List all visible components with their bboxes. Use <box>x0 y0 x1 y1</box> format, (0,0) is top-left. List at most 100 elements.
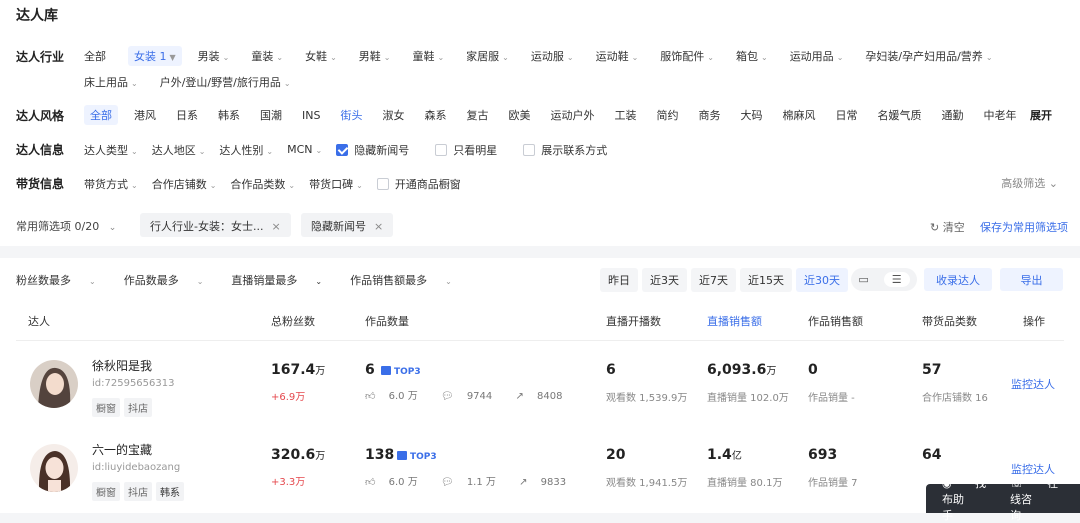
find-helper-button[interactable]: ◉ 找布助手 <box>942 475 990 523</box>
info-dropdown[interactable]: 达人性别 ⌄ <box>219 142 273 158</box>
export-button[interactable]: 导出 <box>1000 268 1063 291</box>
consult-button[interactable]: ☏ 在线咨询 <box>1010 475 1060 523</box>
date-tab[interactable]: 近15天 <box>740 268 792 292</box>
top3-badge[interactable]: TOP3 <box>381 366 421 377</box>
top3-badge[interactable]: TOP3 <box>397 451 437 462</box>
style-option[interactable]: 国潮 <box>260 107 282 123</box>
creator-name[interactable]: 六一的宝藏 <box>92 441 152 458</box>
industry-option[interactable]: 家居服 ⌄ <box>466 48 509 64</box>
chevron-down-icon: ⌄ <box>383 53 391 62</box>
style-option[interactable]: 棉麻风 <box>782 107 815 123</box>
style-option[interactable]: INS <box>302 109 320 122</box>
clear-button[interactable]: ↻ 清空 <box>930 219 965 235</box>
save-filters-button[interactable]: 保存为常用筛选项 <box>980 219 1068 235</box>
collect-button[interactable]: 收录达人 <box>924 268 992 291</box>
industry-option[interactable]: 全部 <box>84 48 106 64</box>
info-dropdown[interactable]: MCN ⌄ <box>287 143 322 156</box>
goods-dropdown[interactable]: 合作店铺数 ⌄ <box>152 176 217 192</box>
column-header[interactable]: 总粉丝数 <box>271 313 315 329</box>
table-row[interactable]: 徐秋阳是我 id:72595656313 橱窗 抖店 167.4万 +6.9万 … <box>0 342 1080 426</box>
style-option-selected[interactable]: 全部 <box>84 105 118 125</box>
info-dropdown[interactable]: 达人类型 ⌄ <box>84 142 138 158</box>
sort-option[interactable]: 作品数最多 ⌄ <box>124 272 218 288</box>
date-range-tabs: 昨日 近3天 近7天 近15天 近30天 <box>600 268 852 292</box>
sort-option-active[interactable]: 直播销量最多 ⌄ <box>231 272 336 288</box>
goods-options: 带货方式 ⌄ 合作店铺数 ⌄ 合作品类数 ⌄ 带货口碑 ⌄ 开通商品橱窗 <box>84 176 483 192</box>
avatar[interactable] <box>30 360 78 408</box>
style-option[interactable]: 通勤 <box>941 107 963 123</box>
comment-icon: 💬︎ <box>440 391 454 402</box>
style-option[interactable]: 韩系 <box>218 107 240 123</box>
industry-option-label: 运动用品 <box>789 50 834 63</box>
date-tab[interactable]: 昨日 <box>600 268 638 292</box>
close-icon[interactable]: × <box>374 220 383 233</box>
style-option[interactable]: 日系 <box>176 107 198 123</box>
expand-button[interactable]: 展开 <box>1030 107 1052 123</box>
advanced-filter-button[interactable]: 高级筛选 ⌄ <box>1001 175 1058 191</box>
industry-option[interactable]: 男装 ⌄ <box>198 48 230 64</box>
style-option[interactable]: 欧美 <box>508 107 530 123</box>
column-header[interactable]: 作品销售额 <box>808 313 863 329</box>
industry-option[interactable]: 床上用品 ⌄ <box>84 74 138 90</box>
industry-option-selected[interactable]: 女装 1 ▼ <box>128 46 182 66</box>
sort-option[interactable]: 粉丝数最多 ⌄ <box>16 272 110 288</box>
info-filter-row: 达人信息 达人类型 ⌄ 达人地区 ⌄ 达人性别 ⌄ MCN ⌄ 隐藏新闻号 只看明星 展… <box>16 141 1068 158</box>
industry-option[interactable]: 运动用品 ⌄ <box>790 48 844 64</box>
style-option[interactable]: 中老年 <box>983 107 1016 123</box>
industry-option[interactable]: 男鞋 ⌄ <box>359 48 391 64</box>
style-option[interactable]: 大码 <box>740 107 762 123</box>
date-tab-active[interactable]: 近30天 <box>796 268 848 292</box>
industry-option[interactable]: 服饰配件 ⌄ <box>660 48 714 64</box>
list-view-icon[interactable]: ☰ <box>883 272 910 287</box>
filter-tag[interactable]: 隐藏新闻号 × <box>301 213 394 237</box>
style-option[interactable]: 森系 <box>424 107 446 123</box>
industry-option[interactable]: 女鞋 ⌄ <box>305 48 337 64</box>
industry-option[interactable]: 箱包 ⌄ <box>736 48 768 64</box>
info-dropdown[interactable]: 达人地区 ⌄ <box>152 142 206 158</box>
industry-option[interactable]: 运动服 ⌄ <box>531 48 574 64</box>
showcase-checkbox[interactable]: 开通商品橱窗 <box>376 176 461 192</box>
goods-dropdown[interactable]: 带货方式 ⌄ <box>84 176 138 192</box>
industry-option[interactable]: 童鞋 ⌄ <box>412 48 444 64</box>
chevron-down-icon: ⌄ <box>266 146 274 156</box>
style-option[interactable]: 名媛气质 <box>877 107 921 123</box>
close-icon[interactable]: × <box>271 220 280 233</box>
column-header[interactable]: 带货品类数 <box>922 313 977 329</box>
avatar[interactable] <box>30 444 78 492</box>
table-row[interactable]: 六一的宝藏 id:liuyidebaozang 橱窗 抖店 韩系 320.6万 … <box>0 426 1080 510</box>
show-contact-checkbox[interactable]: 展示联系方式 <box>523 142 607 158</box>
industry-option[interactable]: 孕妇装/孕产妇用品/营养 ⌄ <box>865 48 992 64</box>
date-tab[interactable]: 近3天 <box>642 268 687 292</box>
style-option[interactable]: 运动户外 <box>550 107 594 123</box>
style-option[interactable]: 街头 <box>340 107 362 123</box>
filter-tag[interactable]: 行人行业-女装：女士... × <box>140 213 291 237</box>
goods-dropdown[interactable]: 带货口碑 ⌄ <box>309 176 363 192</box>
style-option[interactable]: 复古 <box>466 107 488 123</box>
industry-option[interactable]: 户外/登山/野营/旅行用品 ⌄ <box>160 74 291 90</box>
monitor-button[interactable]: 监控达人 <box>1011 376 1055 392</box>
style-option[interactable]: 港风 <box>134 107 156 123</box>
sort-options: 粉丝数最多 ⌄ 作品数最多 ⌄ 直播销量最多 ⌄ 作品销售额最多 ⌄ <box>16 272 480 288</box>
style-option[interactable]: 淑女 <box>382 107 404 123</box>
goods-dropdown[interactable]: 合作品类数 ⌄ <box>230 176 295 192</box>
sort-option[interactable]: 作品销售额最多 ⌄ <box>350 272 466 288</box>
style-option[interactable]: 简约 <box>656 107 678 123</box>
industry-option-label: 床上用品 <box>84 76 128 89</box>
view-toggle[interactable]: ▭ ☰ <box>851 268 917 291</box>
refresh-icon: ↻ <box>930 221 940 234</box>
stars-only-checkbox[interactable]: 只看明星 <box>435 142 497 158</box>
industry-option[interactable]: 运动鞋 ⌄ <box>596 48 639 64</box>
goods-dropdown-label: 合作店铺数 <box>151 177 207 191</box>
card-view-icon[interactable]: ▭ <box>858 273 868 286</box>
common-filters-dropdown[interactable]: 常用筛选项 0/20 ⌄ <box>16 218 116 234</box>
hide-news-checkbox[interactable]: 隐藏新闻号 <box>336 142 409 158</box>
creator-name[interactable]: 徐秋阳是我 <box>92 357 152 374</box>
industry-option[interactable]: 童装 ⌄ <box>251 48 283 64</box>
date-tab[interactable]: 近7天 <box>691 268 736 292</box>
column-header[interactable]: 直播开播数 <box>606 313 661 329</box>
column-header-active[interactable]: 直播销售额 <box>707 313 762 329</box>
style-option[interactable]: 日常 <box>835 107 857 123</box>
column-header[interactable]: 作品数量 <box>365 313 409 329</box>
style-option[interactable]: 工装 <box>614 107 636 123</box>
style-option[interactable]: 商务 <box>698 107 720 123</box>
